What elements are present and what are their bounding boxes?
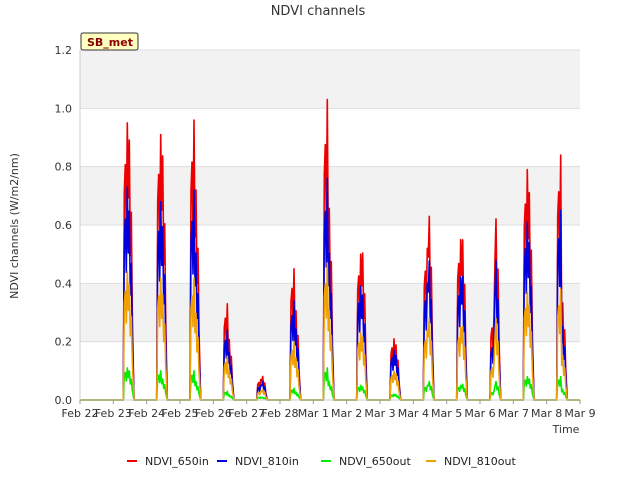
y-tick-label: 0.2 [55,336,73,349]
x-tick-label: Mar 5 [431,407,462,420]
y-tick-label: 1.2 [55,44,73,57]
legend-label: NDVI_810out [444,455,516,468]
y-tick-label: 0.8 [55,161,73,174]
x-tick-label: Feb 23 [95,407,132,420]
ndvi-chart: 0.0 0.2 0.4 0.6 0.8 1.0 1.2 Feb 22Feb 23Feb 24… [8,4,596,468]
chart-title: NDVI channels [271,4,366,19]
site-badge-label: SB_met [87,36,133,49]
y-tick-label: 0.4 [55,277,73,290]
y-tick-label: 1.0 [55,102,73,115]
x-tick-labels: Feb 22Feb 23Feb 24Feb 25Feb 26Feb 27Feb … [62,400,596,420]
x-tick-label: Feb 22 [62,407,99,420]
x-tick-label: Mar 9 [564,407,595,420]
x-tick-label: Feb 24 [128,407,165,420]
y-tick-labels: 0.0 0.2 0.4 0.6 0.8 1.0 1.2 [55,44,73,407]
x-tick-label: Feb 28 [262,407,299,420]
legend-label: NDVI_650in [145,455,209,468]
x-tick-label: Mar 1 [298,407,329,420]
x-tick-label: Feb 27 [228,407,265,420]
x-tick-label: Mar 7 [498,407,529,420]
site-badge: SB_met [80,32,139,51]
x-tick-label: Mar 8 [531,407,562,420]
x-tick-label: Mar 3 [364,407,395,420]
x-tick-label: Mar 6 [464,407,495,420]
x-tick-label: Mar 4 [398,407,429,420]
x-tick-label: Feb 25 [162,407,199,420]
x-tick-label: Mar 2 [331,407,362,420]
x-axis-title: Time [552,423,580,436]
plot-band [80,50,580,109]
legend-label: NDVI_810in [235,455,299,468]
legend: NDVI_650in NDVI_810in NDVI_650out NDVI_810o… [127,455,516,468]
y-tick-label: 0.0 [55,394,73,407]
y-tick-label: 0.6 [55,219,73,232]
y-axis-title: NDVI channels (W/m2/nm) [8,153,21,299]
x-tick-label: Feb 26 [195,407,232,420]
legend-label: NDVI_650out [339,455,411,468]
